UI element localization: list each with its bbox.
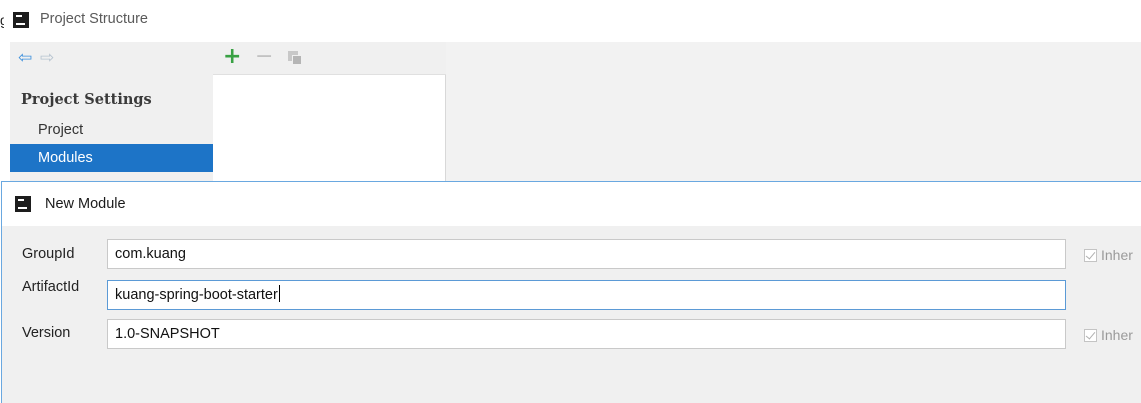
sidebar-item-modules[interactable]: Modules [10, 144, 213, 172]
project-settings-header: Project Settings [21, 91, 152, 108]
new-module-dialog: New Module GroupId com.kuang Inher Artif… [1, 181, 1141, 403]
copy-icon[interactable] [288, 51, 302, 65]
background-window-title-fragment: g [0, 12, 4, 28]
version-value: 1.0-SNAPSHOT [115, 326, 220, 342]
version-input[interactable]: 1.0-SNAPSHOT [107, 319, 1066, 349]
version-inherit-checkbox[interactable]: Inher [1084, 327, 1141, 343]
minus-icon[interactable]: − [255, 44, 273, 70]
project-structure-window: g Project Structure ⇦ ⇨ Project Settings… [0, 0, 1141, 190]
groupid-inherit-checkbox[interactable]: Inher [1084, 247, 1141, 263]
artifactid-value: kuang-spring-boot-starter [115, 287, 278, 303]
window-title: Project Structure [40, 11, 148, 27]
intellij-logo-icon [15, 196, 31, 212]
dialog-title: New Module [45, 196, 126, 212]
inherit-label: Inher [1101, 247, 1133, 263]
artifactid-input[interactable]: kuang-spring-boot-starter [107, 280, 1066, 310]
groupid-label: GroupId [22, 246, 75, 262]
module-detail-panel [446, 42, 1141, 190]
groupid-input[interactable]: com.kuang [107, 239, 1066, 269]
version-label: Version [22, 325, 71, 341]
groupid-value: com.kuang [115, 246, 186, 262]
arrow-right-icon[interactable]: ⇨ [40, 50, 54, 67]
text-caret [278, 285, 280, 302]
modules-toolbar: + − [213, 42, 446, 75]
inherit-label: Inher [1101, 327, 1133, 343]
plus-icon[interactable]: + [223, 44, 241, 70]
sidebar-item-project[interactable]: Project [10, 116, 213, 144]
new-module-titlebar[interactable]: New Module [2, 182, 1141, 226]
settings-sidebar: ⇦ ⇨ Project Settings Project Modules [10, 42, 213, 190]
project-structure-titlebar[interactable]: g Project Structure [0, 0, 1141, 42]
modules-list-panel: + − [213, 42, 446, 190]
artifactid-label: ArtifactId [22, 279, 80, 295]
checkbox-checked-icon [1084, 329, 1097, 342]
arrow-left-icon[interactable]: ⇦ [18, 50, 32, 67]
intellij-logo-icon [13, 12, 29, 28]
checkbox-checked-icon [1084, 249, 1097, 262]
